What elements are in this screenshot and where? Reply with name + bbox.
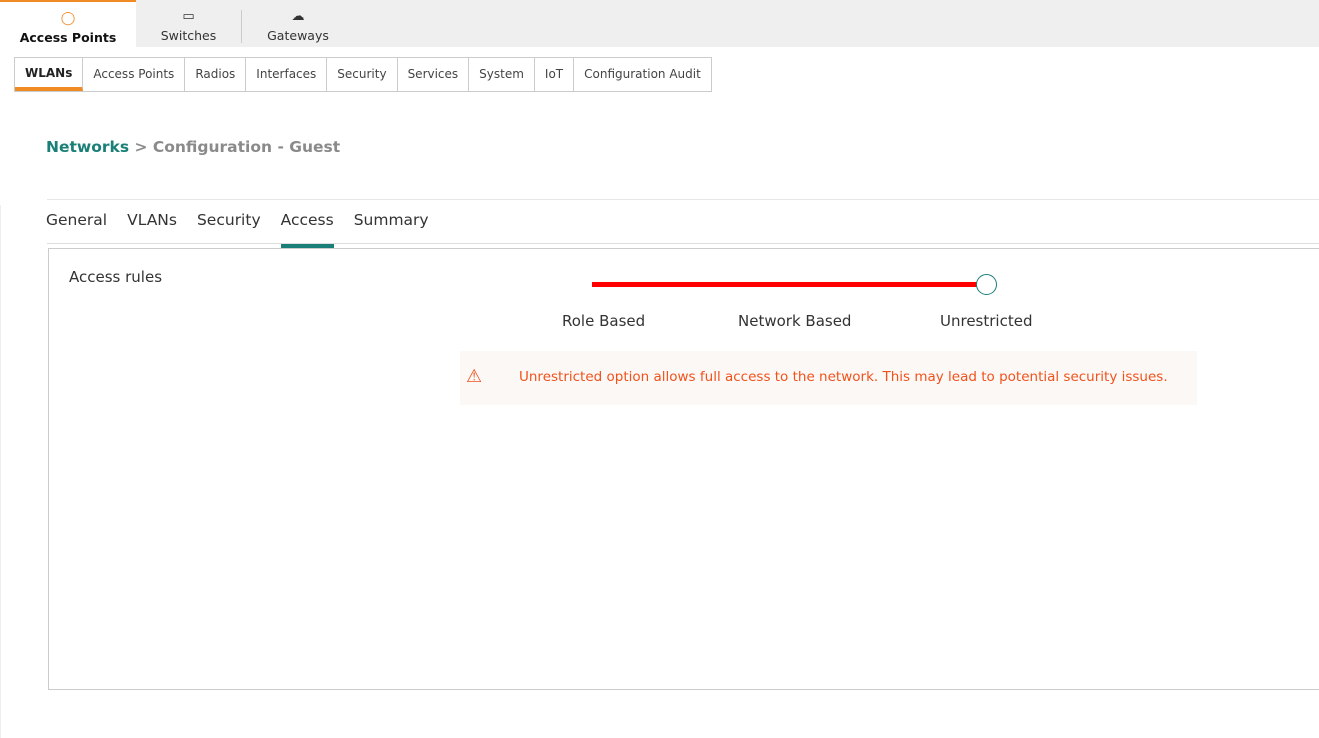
subnav-system[interactable]: System	[469, 58, 535, 91]
access-rules-label: Access rules	[69, 268, 163, 286]
access-slider-track[interactable]	[592, 282, 988, 287]
access-point-icon: ◯	[60, 11, 76, 26]
option-unrestricted[interactable]: Unrestricted	[940, 312, 1032, 330]
divider	[0, 205, 1, 738]
subnav-access-points[interactable]: Access Points	[83, 58, 186, 91]
top-tab-access-points[interactable]: ◯ Access Points	[0, 0, 136, 47]
sub-navigation: WLANs Access Points Radios Interfaces Se…	[14, 57, 712, 92]
subnav-configuration-audit[interactable]: Configuration Audit	[574, 58, 711, 91]
subnav-services[interactable]: Services	[398, 58, 470, 91]
option-network-based[interactable]: Network Based	[738, 312, 851, 330]
divider	[47, 243, 1319, 244]
divider	[47, 199, 1319, 200]
warning-icon: ⚠	[466, 366, 483, 387]
top-tab-label: Switches	[160, 28, 217, 43]
breadcrumb-networks-link[interactable]: Networks	[46, 138, 129, 156]
breadcrumb-current: Configuration - Guest	[152, 138, 341, 156]
top-tab-switches[interactable]: ▭ Switches	[136, 0, 241, 47]
top-tab-label: Gateways	[267, 28, 329, 43]
subnav-wlans[interactable]: WLANs	[15, 58, 84, 91]
option-role-based[interactable]: Role Based	[562, 312, 645, 330]
switch-icon: ▭	[182, 9, 195, 24]
product-tabs-bar: ◯ Access Points ▭ Switches ☁ Gateways	[0, 0, 1319, 47]
breadcrumb-separator: >	[134, 138, 148, 156]
access-panel	[48, 248, 1319, 690]
subnav-security[interactable]: Security	[327, 58, 398, 91]
access-slider-handle[interactable]	[976, 274, 997, 295]
top-tab-label: Access Points	[19, 30, 117, 45]
subnav-radios[interactable]: Radios	[185, 58, 247, 91]
warning-text: Unrestricted option allows full access t…	[519, 369, 1168, 385]
subnav-interfaces[interactable]: Interfaces	[246, 58, 328, 91]
gateway-icon: ☁	[291, 9, 305, 24]
warning-banner: ⚠ Unrestricted option allows full access…	[460, 351, 1197, 405]
subnav-iot[interactable]: IoT	[535, 58, 575, 91]
top-tab-gateways[interactable]: ☁ Gateways	[242, 0, 354, 47]
breadcrumb: Networks > Configuration - Guest	[46, 138, 340, 156]
